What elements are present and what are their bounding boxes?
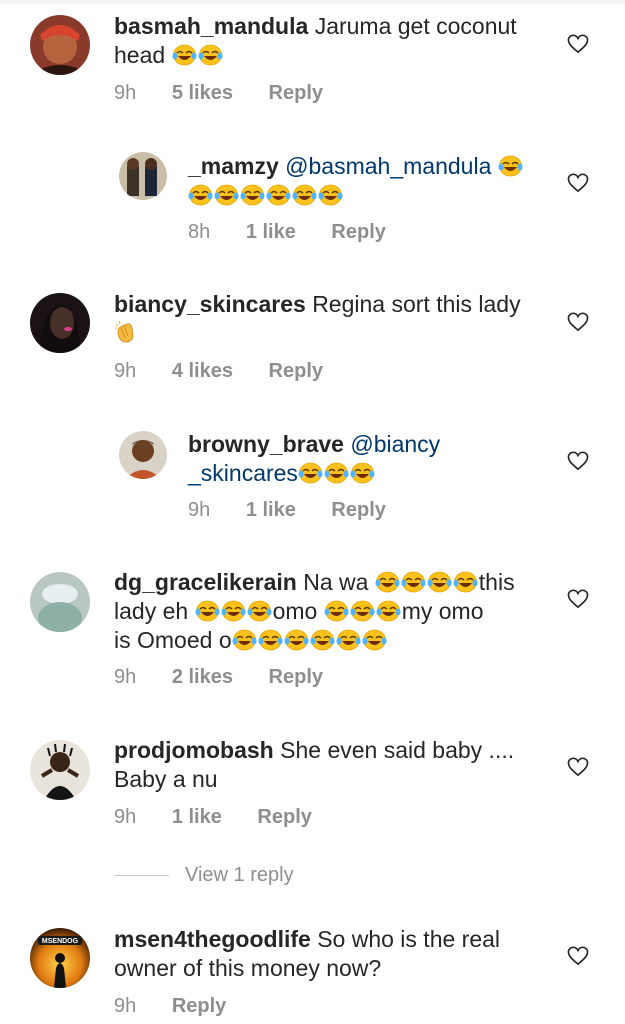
comment-text: msen4thegoodlife So who is the real owne… (114, 926, 501, 981)
laughing-emoji-icon (324, 600, 349, 622)
timestamp: 8h (188, 221, 211, 243)
comment-text: basmah_mandula Jaruma get coconut head (114, 13, 517, 68)
laughing-emoji-icon (336, 629, 361, 651)
likes-count[interactable]: 2 likes (172, 666, 233, 689)
timestamp: 9h (114, 995, 137, 1017)
comment-text: _mamzy @basmah_mandula (188, 152, 558, 210)
comment-meta: 9h 4 likes Reply (114, 360, 353, 383)
laughing-emoji-icon (284, 629, 309, 651)
laughing-emoji-icon (427, 571, 452, 593)
likes-count[interactable]: 1 like (172, 806, 222, 829)
mention-link[interactable]: @biancy (350, 431, 440, 457)
laughing-emoji-icon (310, 629, 335, 651)
comment-text: dg_gracelikerain Na wa this lady eh omo … (114, 569, 515, 653)
username[interactable]: dg_gracelikerain (114, 569, 297, 595)
laughing-emoji-icon (232, 629, 257, 651)
reply-button[interactable]: Reply (331, 221, 385, 244)
comment-text: browny_brave @biancy _skincares (188, 430, 558, 488)
timestamp: 9h (114, 82, 137, 104)
laughing-emoji-icon (198, 44, 223, 66)
comment-meta: 9h 1 like Reply (114, 806, 342, 829)
timestamp: 9h (114, 360, 137, 382)
laughing-emoji-icon (214, 184, 239, 206)
username[interactable]: browny_brave (188, 431, 344, 457)
timestamp: 9h (188, 499, 211, 521)
laughing-emoji-icon (172, 44, 197, 66)
laughing-emoji-icon (247, 600, 272, 622)
reply-button[interactable]: Reply (172, 995, 226, 1018)
laughing-emoji-icon (350, 600, 375, 622)
timestamp: 9h (114, 666, 137, 688)
avatar[interactable] (30, 293, 90, 353)
comment-meta: 9h 2 likes Reply (114, 666, 353, 689)
laughing-emoji-icon (240, 184, 265, 206)
username[interactable]: _mamzy (188, 153, 279, 179)
mention-link[interactable]: @basmah_mandula (285, 153, 491, 179)
comment-meta: 9h 1 like Reply (188, 499, 416, 522)
heart-outline-icon[interactable] (567, 451, 589, 471)
likes-count[interactable]: 5 likes (172, 82, 233, 105)
likes-count[interactable]: 1 like (246, 499, 296, 522)
avatar[interactable] (30, 740, 90, 800)
comment-meta: 9h Reply (114, 995, 256, 1018)
divider-line (115, 875, 169, 877)
comment-text: prodjomobash She even said baby .... Bab… (114, 737, 515, 792)
laughing-emoji-icon (195, 600, 220, 622)
top-divider (0, 0, 625, 4)
likes-count[interactable]: 4 likes (172, 360, 233, 383)
comment-meta: 8h 1 like Reply (188, 221, 416, 244)
laughing-emoji-icon (498, 155, 523, 177)
heart-outline-icon[interactable] (567, 946, 589, 966)
laughing-emoji-icon (401, 571, 426, 593)
laughing-emoji-icon (350, 462, 375, 484)
comment-text: biancy_skincares Regina sort this lady (114, 290, 554, 348)
heart-outline-icon[interactable] (567, 34, 589, 54)
laughing-emoji-icon (375, 571, 400, 593)
avatar[interactable] (30, 572, 90, 632)
view-replies-button[interactable]: View 1 reply (115, 864, 294, 887)
reply-button[interactable]: Reply (331, 499, 385, 522)
comment-meta: 9h 5 likes Reply (114, 82, 353, 105)
timestamp: 9h (114, 806, 137, 828)
reply-button[interactable]: Reply (269, 82, 323, 105)
laughing-emoji-icon (453, 571, 478, 593)
avatar[interactable] (30, 15, 90, 75)
laughing-emoji-icon (376, 600, 401, 622)
heart-outline-icon[interactable] (567, 589, 589, 609)
heart-outline-icon[interactable] (567, 173, 589, 193)
laughing-emoji-icon (258, 629, 283, 651)
reply-button[interactable]: Reply (257, 806, 311, 829)
username[interactable]: biancy_skincares (114, 291, 306, 317)
laughing-emoji-icon (298, 462, 323, 484)
reply-button[interactable]: Reply (269, 360, 323, 383)
laughing-emoji-icon (221, 600, 246, 622)
laughing-emoji-icon (362, 629, 387, 651)
likes-count[interactable]: 1 like (246, 221, 296, 244)
clapping-hands-icon (114, 320, 136, 344)
mention-link[interactable]: _skincares (188, 460, 298, 486)
laughing-emoji-icon (188, 184, 213, 206)
username[interactable]: basmah_mandula (114, 13, 308, 39)
avatar[interactable] (119, 152, 167, 200)
heart-outline-icon[interactable] (567, 312, 589, 332)
heart-outline-icon[interactable] (567, 757, 589, 777)
laughing-emoji-icon (318, 184, 343, 206)
laughing-emoji-icon (324, 462, 349, 484)
username[interactable]: prodjomobash (114, 737, 274, 763)
avatar[interactable]: MSENDOG (30, 928, 90, 988)
laughing-emoji-icon (266, 184, 291, 206)
laughing-emoji-icon (292, 184, 317, 206)
avatar[interactable] (119, 431, 167, 479)
reply-button[interactable]: Reply (269, 666, 323, 689)
avatar-label: MSENDOG (42, 938, 79, 945)
username[interactable]: msen4thegoodlife (114, 926, 311, 952)
